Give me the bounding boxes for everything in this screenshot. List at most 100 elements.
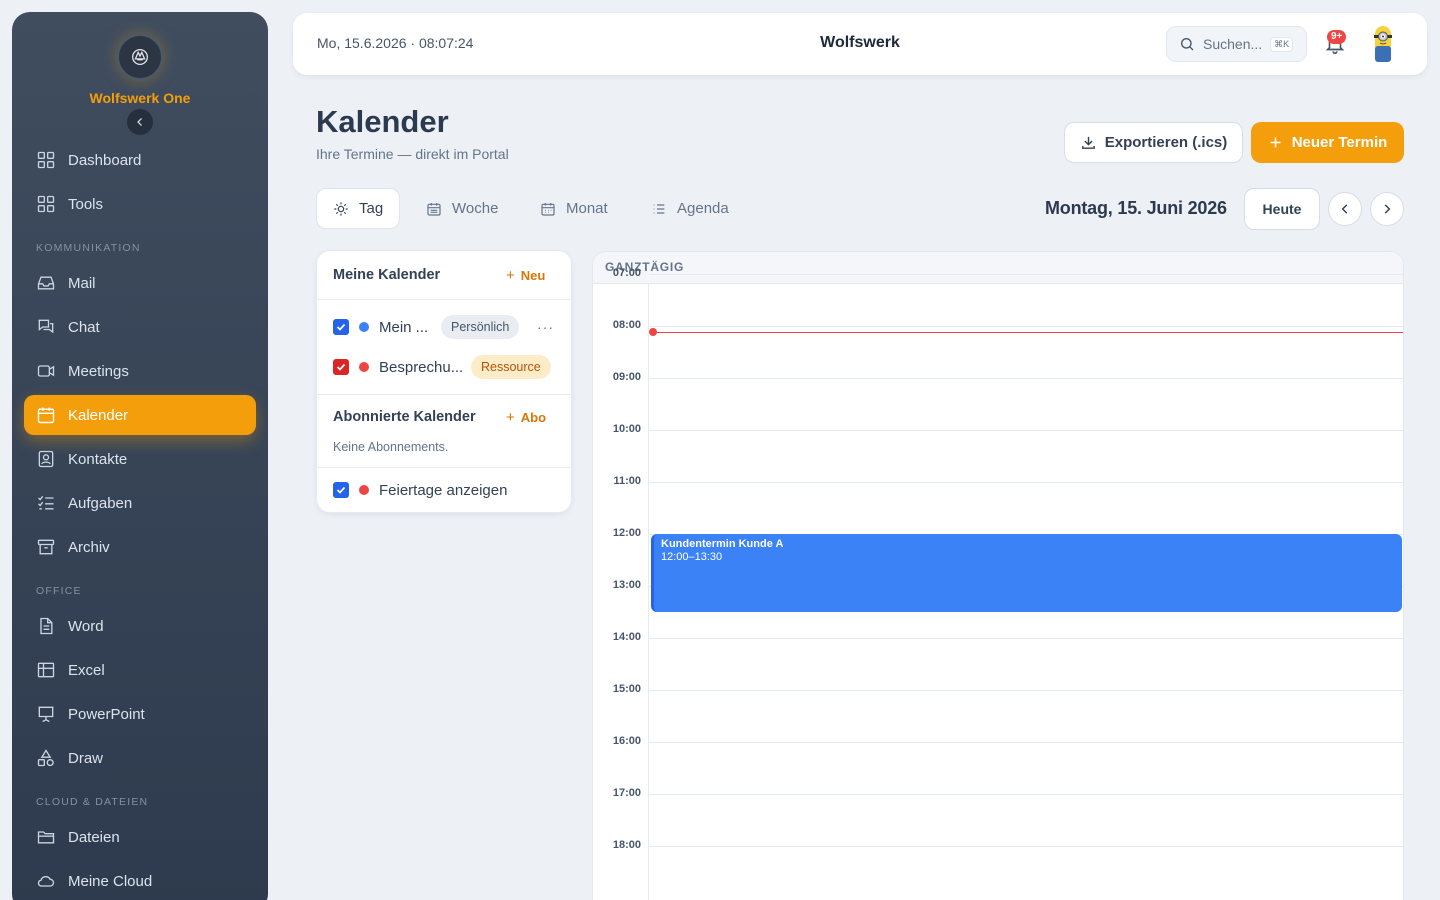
sidebar-item-word[interactable]: Word: [24, 606, 256, 646]
today-button[interactable]: Heute: [1244, 188, 1320, 230]
calendar-item[interactable]: Besprechu...: [333, 356, 463, 378]
page-title: Kalender: [316, 104, 449, 139]
calendars-panel: Meine Kalender + Neu Mein ... Persönlich…: [316, 250, 572, 513]
sidebar-item-draw[interactable]: Draw: [24, 738, 256, 778]
hour-label: 12:00: [612, 527, 641, 539]
sidebar-item-kalender[interactable]: Kalender: [24, 395, 256, 435]
tab-label: Agenda: [677, 200, 729, 217]
sidebar: Wolfswerk One Dashboard Tools Kommunikat…: [12, 12, 268, 900]
sidebar-item-chat[interactable]: Chat: [24, 307, 256, 347]
tab-label: Woche: [452, 200, 499, 217]
new-event-label: Neuer Termin: [1291, 134, 1388, 151]
sidebar-collapse-button[interactable]: [127, 109, 153, 135]
sidebar-item-dashboard[interactable]: Dashboard: [24, 140, 256, 180]
shapes-icon: [37, 749, 54, 767]
section-label-kommunikation: Kommunikation: [36, 242, 141, 254]
chevron-right-icon: [1384, 204, 1391, 214]
hour-label: 16:00: [612, 735, 641, 747]
folder-icon: [37, 831, 55, 844]
calendar-item[interactable]: Mein ...: [333, 316, 428, 338]
check-icon: [336, 486, 346, 494]
sidebar-item-label: Aufgaben: [68, 494, 133, 512]
current-time-line: [653, 332, 1403, 334]
divider: [317, 467, 571, 468]
sidebar-item-dateien[interactable]: Dateien: [24, 817, 256, 857]
day-view-grid[interactable]: Ganztägig 07:00 08:00 09:00 10:00 11:00 12:00…: [592, 251, 1404, 900]
more-options-icon[interactable]: ···: [537, 319, 554, 335]
hour-label: 18:00: [612, 839, 641, 851]
hour-line: [649, 378, 1403, 379]
tab-tag[interactable]: Tag: [316, 188, 401, 229]
divider: [317, 299, 571, 300]
search-input[interactable]: Suchen... ⌘K: [1166, 26, 1307, 62]
hours-area[interactable]: 07:00 08:00 09:00 10:00 11:00 12:00 13:00 14:00…: [593, 267, 1403, 900]
checkbox[interactable]: [333, 482, 349, 498]
tab-label: Monat: [566, 200, 608, 217]
chevron-left-icon: [137, 118, 142, 126]
hour-label: 15:00: [612, 683, 641, 695]
current-datetime: Mo, 15.6.2026 · 08:07:24: [317, 35, 474, 51]
page-subtitle: Ihre Termine — direkt im Portal: [316, 146, 509, 162]
sidebar-item-powerpoint[interactable]: PowerPoint: [24, 694, 256, 734]
sidebar-item-label: Meine Cloud: [68, 872, 153, 890]
prev-day-button[interactable]: [1328, 192, 1362, 226]
sidebar-item-archiv[interactable]: Archiv: [24, 527, 256, 567]
sidebar-item-label: Dateien: [68, 828, 120, 846]
sidebar-item-label: Tools: [68, 195, 104, 213]
sidebar-item-meine-cloud[interactable]: Meine Cloud: [24, 861, 256, 900]
tab-monat[interactable]: Monat: [524, 188, 624, 229]
hour-label: 13:00: [612, 579, 641, 591]
add-subscription-button[interactable]: + Abo: [506, 409, 546, 426]
sidebar-item-kontakte[interactable]: Kontakte: [24, 439, 256, 479]
calendar-color-dot: [359, 322, 369, 332]
subscribed-calendars-heading: Abonnierte Kalender: [333, 409, 476, 425]
grid-icon: [37, 151, 55, 169]
sidebar-item-label: Excel: [68, 661, 105, 679]
hour-line: [649, 430, 1403, 431]
wolf-logo-icon[interactable]: [117, 34, 163, 80]
list-icon: [653, 203, 665, 214]
calendar-week-icon: [427, 202, 441, 216]
tab-woche[interactable]: Woche: [410, 188, 514, 229]
calendar-event[interactable]: Kundentermin Kunde A 12:00–13:30: [651, 534, 1402, 612]
checkbox[interactable]: [333, 359, 349, 375]
current-time-dot: [649, 328, 657, 337]
inbox-icon: [37, 276, 55, 290]
table-icon: [37, 662, 55, 678]
all-day-row[interactable]: Ganztägig: [593, 252, 1403, 284]
chevron-left-icon: [1341, 204, 1348, 214]
next-day-button[interactable]: [1370, 192, 1404, 226]
holidays-toggle[interactable]: Feiertage anzeigen: [333, 479, 507, 501]
search-shortcut: ⌘K: [1270, 36, 1294, 52]
sidebar-item-label: Word: [68, 617, 104, 635]
plus-icon: +: [506, 267, 515, 284]
checkbox[interactable]: [333, 319, 349, 335]
checklist-icon: [38, 495, 54, 510]
tab-agenda[interactable]: Agenda: [635, 188, 745, 229]
hour-line: [649, 326, 1403, 327]
hour-label: 08:00: [612, 319, 641, 331]
hour-line: [649, 638, 1403, 639]
add-calendar-button[interactable]: + Neu: [506, 267, 545, 284]
sidebar-item-label: Meetings: [68, 362, 129, 380]
add-calendar-label: Neu: [520, 268, 546, 283]
avatar[interactable]: [1369, 22, 1397, 66]
chat-icon: [38, 319, 54, 334]
cloud-icon: [37, 876, 55, 887]
sidebar-item-meetings[interactable]: Meetings: [24, 351, 256, 391]
export-label: Exportieren (.ics): [1104, 134, 1228, 151]
new-event-button[interactable]: Neuer Termin: [1251, 122, 1404, 163]
search-icon: [1181, 38, 1194, 51]
export-ics-button[interactable]: Exportieren (.ics): [1064, 122, 1243, 163]
sidebar-item-aufgaben[interactable]: Aufgaben: [24, 483, 256, 523]
no-subscriptions-text: Keine Abonnements.: [333, 440, 449, 454]
download-icon: [1081, 136, 1095, 149]
calendar-badge: Ressource: [471, 355, 551, 379]
archive-icon: [37, 539, 55, 555]
hour-label: 11:00: [613, 475, 641, 487]
sidebar-item-tools[interactable]: Tools: [24, 184, 256, 224]
calendar-color-dot: [359, 362, 369, 372]
section-label-cloud: Cloud & Dateien: [36, 796, 149, 808]
sidebar-item-mail[interactable]: Mail: [24, 263, 256, 303]
sidebar-item-excel[interactable]: Excel: [24, 650, 256, 690]
